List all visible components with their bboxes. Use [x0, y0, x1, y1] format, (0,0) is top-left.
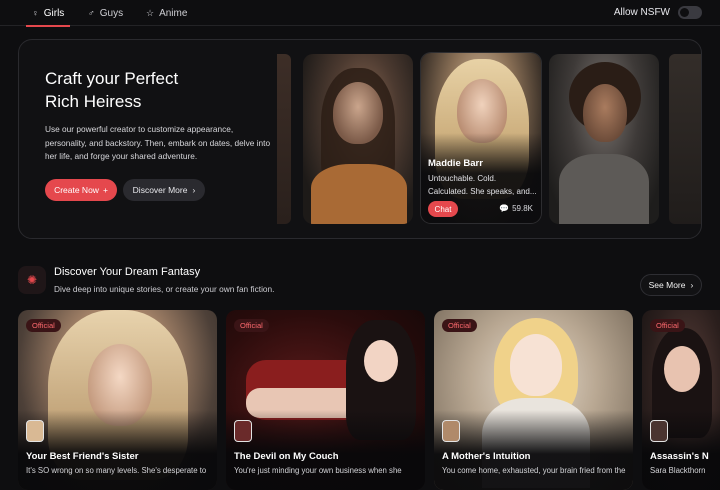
tab-anime[interactable]: ☆ Anime	[146, 0, 187, 26]
hero-banner: Craft your Perfect Rich Heiress Use our …	[18, 39, 702, 239]
female-icon: ♀	[32, 8, 39, 18]
official-badge: Official	[650, 319, 685, 332]
see-more-label: See More	[648, 280, 686, 290]
card-gradient	[18, 410, 217, 490]
official-badge: Official	[234, 319, 269, 332]
story-description: You're just minding your own business wh…	[234, 466, 402, 475]
story-title: Assassin's N	[650, 451, 709, 462]
story-title: Your Best Friend's Sister	[26, 451, 139, 462]
discover-more-button[interactable]: Discover More ›	[123, 179, 205, 201]
male-icon: ♂	[88, 8, 95, 18]
nsfw-label: Allow NSFW	[613, 7, 670, 18]
see-more-button[interactable]: See More ›	[640, 274, 702, 296]
tab-label: Anime	[159, 7, 188, 19]
tab-label: Girls	[43, 7, 65, 19]
create-now-button[interactable]: Create Now +	[45, 179, 117, 201]
avatar	[26, 420, 44, 442]
star-icon: ☆	[146, 7, 155, 18]
story-card[interactable]: Official Assassin's N Sara Blackthorn	[642, 310, 720, 490]
tab-guys[interactable]: ♂ Guys	[88, 0, 123, 26]
chat-count-value: 59.8K	[512, 204, 533, 213]
card-gradient	[226, 410, 425, 490]
toggle-knob	[680, 8, 689, 17]
story-card[interactable]: Official A Mother's Intuition You come h…	[434, 310, 633, 490]
tab-label: Guys	[99, 7, 124, 19]
section-subtitle: Dive deep into unique stories, or create…	[54, 284, 275, 294]
chat-button[interactable]: Chat	[428, 201, 458, 217]
character-card[interactable]	[549, 54, 659, 224]
portrait-face	[364, 340, 398, 382]
portrait-clothing	[559, 154, 649, 224]
hero-title-line1: Craft your Perfect	[45, 69, 179, 88]
hero-description: Use our powerful creator to customize ap…	[45, 124, 271, 161]
portrait-clothing	[311, 164, 407, 224]
character-card-partial[interactable]	[669, 54, 701, 224]
portrait-face	[333, 82, 383, 144]
story-description: You come home, exhausted, your brain fri…	[442, 466, 626, 475]
nsfw-toggle[interactable]	[678, 6, 702, 19]
character-card-partial[interactable]	[277, 54, 291, 224]
story-card[interactable]: Official The Devil on My Couch You're ju…	[226, 310, 425, 490]
create-now-label: Create Now	[54, 185, 99, 195]
portrait-face	[583, 84, 627, 142]
nsfw-setting: Allow NSFW	[614, 6, 702, 19]
tab-girls[interactable]: ♀ Girls	[25, 0, 71, 27]
story-title: A Mother's Intuition	[442, 451, 531, 462]
featured-character-card[interactable]: Maddie Barr Untouchable. Cold. Calculate…	[421, 53, 541, 223]
chat-bubbles-icon: 💬	[499, 204, 510, 213]
story-title: The Devil on My Couch	[234, 451, 339, 462]
discover-more-label: Discover More	[132, 185, 188, 195]
official-badge: Official	[26, 319, 61, 332]
category-tabs: ♀ Girls ♂ Guys ☆ Anime Allow NSFW	[0, 0, 720, 27]
character-card[interactable]	[303, 54, 413, 224]
story-card[interactable]: Official Your Best Friend's Sister It's …	[18, 310, 217, 490]
hero-title-line2: Rich Heiress	[45, 92, 142, 111]
story-description: Sara Blackthorn	[650, 466, 706, 475]
chevron-right-icon: ›	[690, 280, 694, 290]
section-title: Discover Your Dream Fantasy	[54, 266, 201, 278]
hero-title: Craft your Perfect Rich Heiress	[45, 67, 255, 113]
story-description: It's SO wrong on so many levels. She's d…	[26, 466, 207, 475]
portrait-face	[664, 346, 700, 392]
character-description: Untouchable. Cold. Calculated. She speak…	[428, 174, 537, 196]
chat-count: 💬 59.8K	[499, 204, 533, 213]
avatar	[650, 420, 668, 442]
official-badge: Official	[442, 319, 477, 332]
plus-icon: +	[102, 185, 108, 195]
avatar	[234, 420, 252, 442]
character-name: Maddie Barr	[428, 158, 483, 169]
card-gradient	[434, 410, 633, 490]
portrait-face	[510, 334, 562, 396]
chevron-right-icon: ›	[192, 185, 196, 195]
avatar	[442, 420, 460, 442]
sparkle-icon: ✺	[18, 266, 46, 294]
